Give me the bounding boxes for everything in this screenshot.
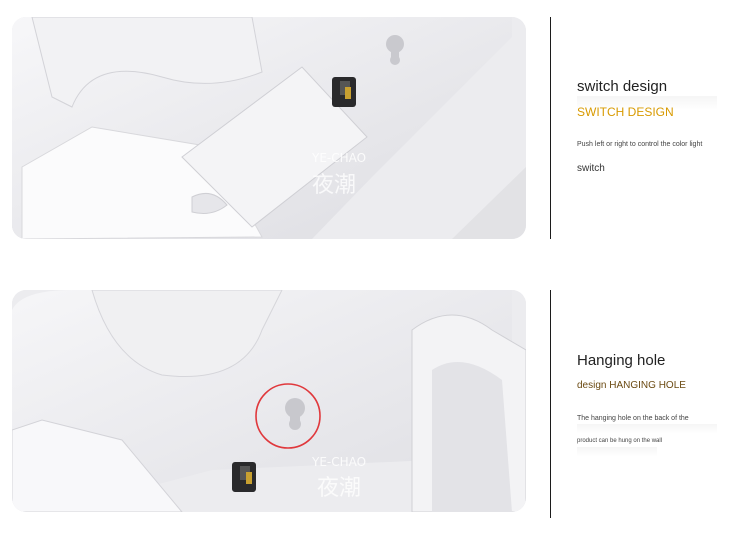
watermark-latin-2: YE-CHAO (311, 455, 366, 469)
watermark-latin-1: YE-CHAO (311, 151, 366, 165)
hanging-hole-description-line1: The hanging hole on the back of the (577, 415, 689, 422)
slide-switch (332, 77, 356, 107)
watermark-cjk-1: 夜潮 (312, 173, 356, 198)
hanging-hole-title: Hanging hole (577, 352, 666, 369)
description-reflection (577, 424, 717, 434)
switch-design-title: switch design (577, 78, 668, 95)
section-divider-1 (550, 17, 551, 239)
hanging-hole-product-photo: YE-CHAO 夜潮 (12, 290, 526, 512)
section-divider-2 (550, 290, 551, 518)
switch-design-extra: switch (577, 163, 605, 174)
switch-design-description: Push left or right to control the color … (577, 141, 703, 148)
description-reflection-2 (577, 447, 657, 457)
switch-product-photo: YE-CHAO 夜潮 (12, 17, 526, 239)
watermark-cjk-2: 夜潮 (317, 476, 361, 501)
hanging-hole-description-line2: product can be hung on the wall (577, 438, 663, 444)
hanging-hole-subtitle: design HANGING HOLE (577, 380, 686, 391)
switch-photo-illustration: YE-CHAO 夜潮 (12, 17, 526, 239)
slide-switch-2 (232, 462, 256, 492)
hanging-photo-illustration: YE-CHAO 夜潮 (12, 290, 526, 512)
switch-design-subtitle: SWITCH DESIGN (577, 105, 674, 119)
